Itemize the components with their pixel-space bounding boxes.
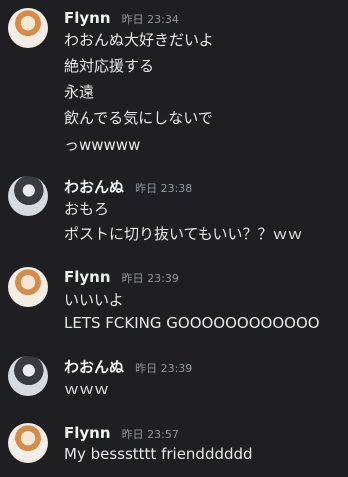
username[interactable]: Flynn xyxy=(64,424,111,442)
message-text: My bessstttt friendddddd xyxy=(64,445,253,463)
message-text: いいいよ xyxy=(64,291,124,309)
message-text: ポストに切り抜いてもいい？？ｗｗ xyxy=(64,225,303,243)
message-header: わおんぬ 昨日 23:39 xyxy=(64,356,192,377)
message-text: 永遠 xyxy=(64,83,95,101)
message-text: っwwwww xyxy=(64,136,141,154)
message-group: わおんぬ 昨日 23:39 ｗｗｗ xyxy=(0,356,348,401)
message-group: わおんぬ 昨日 23:38 おもろ ポストに切り抜いてもいい？？ｗｗ xyxy=(0,176,348,246)
message-header: Flynn 昨日 23:57 xyxy=(64,423,179,442)
username[interactable]: わおんぬ xyxy=(64,178,124,196)
timestamp: 昨日 23:39 xyxy=(121,272,179,285)
message-text: わおんぬ大好きだいよ xyxy=(64,31,214,49)
avatar[interactable] xyxy=(8,356,48,396)
timestamp: 昨日 23:57 xyxy=(121,428,179,441)
message-text: おもろ xyxy=(64,200,110,218)
username[interactable]: Flynn xyxy=(64,268,111,286)
username[interactable]: わおんぬ xyxy=(64,358,124,376)
timestamp: 昨日 23:38 xyxy=(135,182,193,195)
message-group: Flynn 昨日 23:39 いいいよ LETS FCKING GOOOOOOO… xyxy=(0,267,348,332)
message-group: Flynn 昨日 23:57 My bessstttt friendddddd xyxy=(0,423,348,468)
timestamp: 昨日 23:39 xyxy=(135,362,193,375)
timestamp: 昨日 23:34 xyxy=(121,13,179,26)
avatar[interactable] xyxy=(8,267,48,307)
message-group: Flynn 昨日 23:34 わおんぬ大好きだいよ 絶対応援する 永遠 飲んでる… xyxy=(0,8,348,158)
message-text: 絶対応援する xyxy=(64,57,155,75)
avatar[interactable] xyxy=(8,423,48,463)
username[interactable]: Flynn xyxy=(64,9,111,27)
message-text: ｗｗｗ xyxy=(64,380,110,398)
avatar[interactable] xyxy=(8,176,48,216)
message-header: Flynn 昨日 23:34 xyxy=(64,8,179,27)
message-header: Flynn 昨日 23:39 xyxy=(64,267,179,286)
message-text: 飲んでる気にしないで xyxy=(64,109,213,127)
message-header: わおんぬ 昨日 23:38 xyxy=(64,176,192,197)
avatar[interactable] xyxy=(8,8,48,48)
message-text: LETS FCKING GOOOOOOOOOOOO xyxy=(64,314,320,332)
